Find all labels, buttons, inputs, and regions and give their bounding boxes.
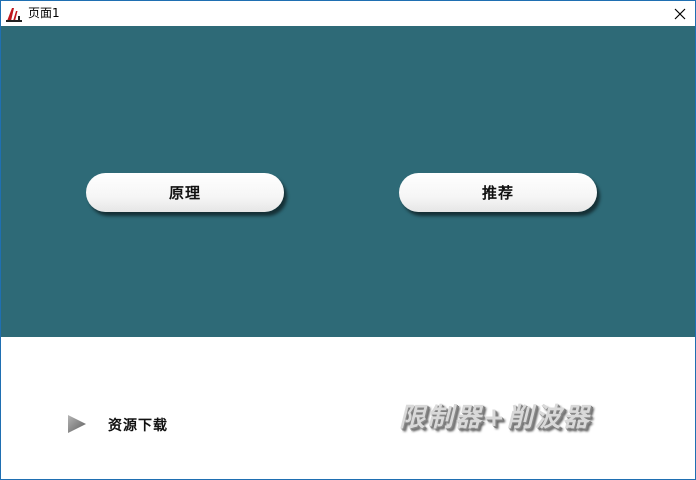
window-title: 页面1: [28, 6, 60, 20]
principle-button[interactable]: 原理: [86, 173, 284, 212]
resource-download-link[interactable]: 资源下载: [108, 415, 168, 435]
close-icon: [674, 8, 686, 19]
title-bar: 页面1: [1, 1, 695, 26]
app-window: 页面1 原理 推荐 资源下载 限制器+削波器: [0, 0, 696, 480]
play-triangle-icon[interactable]: [65, 413, 89, 437]
app-logo-icon: [5, 5, 23, 23]
recommend-button[interactable]: 推荐: [399, 173, 597, 212]
footer-panel: 资源下载 限制器+削波器: [1, 337, 695, 479]
main-panel: 原理 推荐: [1, 26, 695, 337]
product-banner: 限制器+削波器: [399, 403, 591, 433]
close-button[interactable]: [665, 1, 695, 26]
